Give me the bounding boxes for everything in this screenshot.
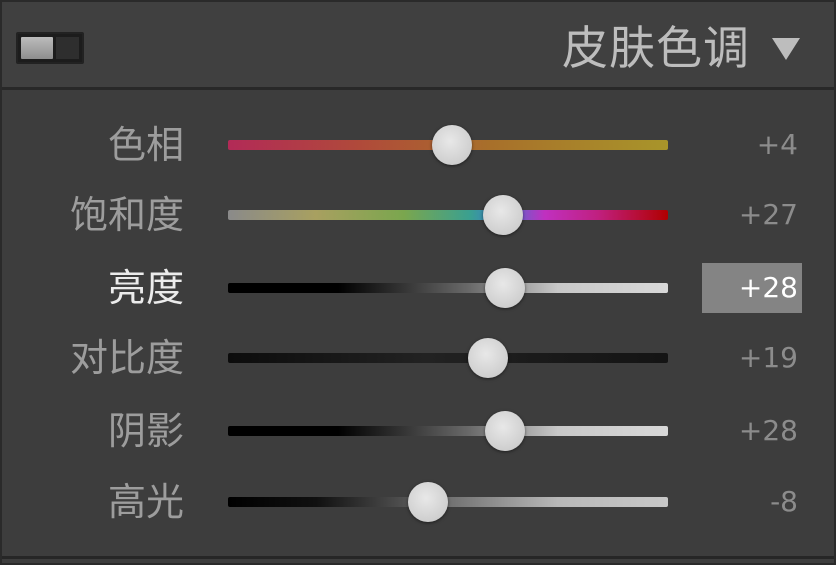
panel-toggle-switch[interactable] [16, 32, 84, 64]
slider-thumb-luminance[interactable] [485, 268, 526, 308]
panel-title: 皮肤色调 [562, 21, 750, 75]
toggle-knob [21, 37, 53, 59]
slider-row-saturation: 饱和度 +27 [2, 185, 834, 245]
panel-divider [2, 556, 834, 559]
slider-label-saturation: 饱和度 [69, 193, 184, 237]
slider-row-luminance: 亮度 +28 [2, 258, 834, 318]
slider-value-contrast[interactable]: +19 [739, 340, 798, 376]
slider-track-shadows[interactable] [228, 426, 668, 436]
slider-value-luminance: +28 [738, 271, 798, 304]
slider-label-hue: 色相 [107, 123, 184, 167]
panel-header[interactable]: 皮肤色调 [2, 2, 834, 90]
slider-label-luminance: 亮度 [107, 266, 184, 310]
slider-track-contrast[interactable] [228, 353, 668, 363]
slider-thumb-hue[interactable] [432, 125, 473, 165]
slider-thumb-contrast[interactable] [467, 338, 508, 378]
slider-thumb-highlights[interactable] [408, 482, 449, 522]
slider-value-highlights[interactable]: -8 [770, 484, 798, 520]
slider-value-shadows[interactable]: +28 [739, 413, 798, 449]
slider-row-hue: 色相 +4 [2, 115, 834, 175]
slider-row-shadows: 阴影 +28 [2, 401, 834, 461]
slider-thumb-shadows[interactable] [485, 411, 526, 451]
slider-value-saturation[interactable]: +27 [739, 197, 798, 233]
slider-label-highlights: 高光 [107, 480, 184, 524]
slider-row-contrast: 对比度 +19 [2, 328, 834, 388]
slider-label-contrast: 对比度 [69, 336, 184, 380]
slider-row-highlights: 高光 -8 [2, 472, 834, 532]
slider-track-saturation[interactable] [228, 210, 668, 220]
slider-track-luminance[interactable] [228, 283, 668, 293]
slider-value-field-luminance[interactable]: +28 [702, 263, 802, 313]
triangle-down-icon[interactable] [772, 38, 800, 60]
skin-tone-panel: 皮肤色调 色相 +4 饱和度 +27 亮度 +28 对比度 +19 阴影 +28 高光 -8 [0, 0, 836, 565]
slider-label-shadows: 阴影 [107, 409, 184, 453]
toggle-off-area [56, 37, 79, 59]
slider-value-hue[interactable]: +4 [757, 127, 798, 163]
slider-thumb-saturation[interactable] [483, 195, 523, 235]
